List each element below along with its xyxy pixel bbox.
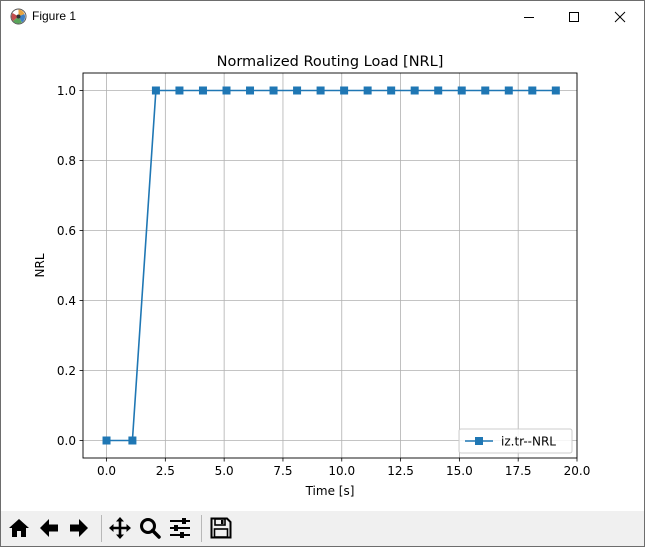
minimize-icon [524, 16, 534, 18]
data-point-marker [504, 86, 513, 95]
chart-title: Normalized Routing Load [NRL] [217, 54, 444, 70]
zoom-button[interactable] [136, 514, 164, 542]
figure-window: Figure 1 0.0 2.5 5.0 7.5 10.0 12.5 15.0 17.5 20.… [0, 0, 645, 547]
y-tick-label: 0.2 [57, 364, 76, 378]
navigation-toolbar [1, 511, 644, 546]
x-tick-label: 7.5 [273, 464, 292, 478]
sliders-icon [170, 518, 190, 538]
data-point-marker [293, 86, 302, 95]
close-button[interactable] [597, 1, 643, 32]
x-tick-label: 5.0 [215, 464, 234, 478]
x-tick-label: 0.0 [97, 464, 116, 478]
legend-label: iz.tr--NRL [501, 434, 556, 448]
legend-marker-swatch [475, 437, 483, 445]
series-line-path [106, 89, 556, 442]
y-tick-label: 0.0 [57, 434, 76, 448]
title-bar[interactable]: Figure 1 [1, 1, 644, 33]
x-tick-label: 2.5 [156, 464, 175, 478]
move-icon [109, 517, 131, 539]
y-tick-label: 1.0 [57, 84, 76, 98]
data-point-marker [269, 86, 278, 95]
home-icon [9, 519, 29, 537]
legend: iz.tr--NRL [458, 428, 573, 454]
data-point-marker [363, 86, 372, 95]
floppy-disk-icon [210, 517, 232, 539]
window-title: Figure 1 [32, 9, 77, 23]
grid-lines [83, 73, 578, 458]
data-point-marker [340, 86, 349, 95]
data-point-marker [481, 86, 490, 95]
axis-ticks: 0.0 2.5 5.0 7.5 10.0 12.5 15.0 17.5 20.0 0.0 0.2 0.… [57, 84, 590, 478]
series-markers [102, 86, 560, 445]
y-tick-label: 0.4 [57, 294, 76, 308]
x-axis-label: Time [s] [305, 484, 355, 498]
forward-button[interactable] [65, 514, 93, 542]
home-button[interactable] [5, 514, 33, 542]
arrow-left-icon [40, 519, 58, 537]
data-point-marker [102, 436, 111, 445]
y-axis-label: NRL [33, 253, 47, 277]
data-point-marker [175, 86, 184, 95]
data-point-marker [387, 86, 396, 95]
y-tick-label: 0.6 [57, 224, 76, 238]
maximize-icon [569, 11, 579, 22]
matplotlib-icon [10, 8, 27, 25]
toolbar-separator [201, 515, 202, 542]
figure-canvas[interactable]: 0.0 2.5 5.0 7.5 10.0 12.5 15.0 17.5 20.0 0.0 0.2 0.… [1, 33, 644, 511]
back-button[interactable] [35, 514, 63, 542]
data-point-marker [410, 86, 419, 95]
x-tick-label: 12.5 [387, 464, 414, 478]
y-tick-label: 0.8 [57, 154, 76, 168]
x-tick-label: 15.0 [446, 464, 473, 478]
x-tick-label: 10.0 [328, 464, 355, 478]
save-button[interactable] [207, 514, 235, 542]
data-point-marker [151, 86, 160, 95]
data-point-marker [457, 86, 466, 95]
data-point-marker [246, 86, 255, 95]
arrow-right-icon [70, 519, 88, 537]
data-point-marker [434, 86, 443, 95]
close-icon [614, 11, 626, 22]
data-point-marker [528, 86, 537, 95]
data-point-marker [222, 86, 231, 95]
data-point-marker [316, 86, 325, 95]
data-point-marker [551, 86, 560, 95]
x-tick-label: 17.5 [505, 464, 532, 478]
axes-frame [82, 72, 578, 459]
data-point-marker [128, 436, 137, 445]
magnifier-icon [140, 518, 161, 539]
line-chart: 0.0 2.5 5.0 7.5 10.0 12.5 15.0 17.5 20.0 0.0 0.2 0.… [33, 54, 590, 498]
minimize-button[interactable] [506, 1, 552, 32]
toolbar-separator [101, 515, 102, 542]
configure-subplots-button[interactable] [166, 514, 194, 542]
series-line [106, 89, 556, 442]
data-point-marker [198, 86, 207, 95]
pan-button[interactable] [106, 514, 134, 542]
x-tick-label: 20.0 [564, 464, 591, 478]
maximize-button[interactable] [551, 1, 597, 32]
